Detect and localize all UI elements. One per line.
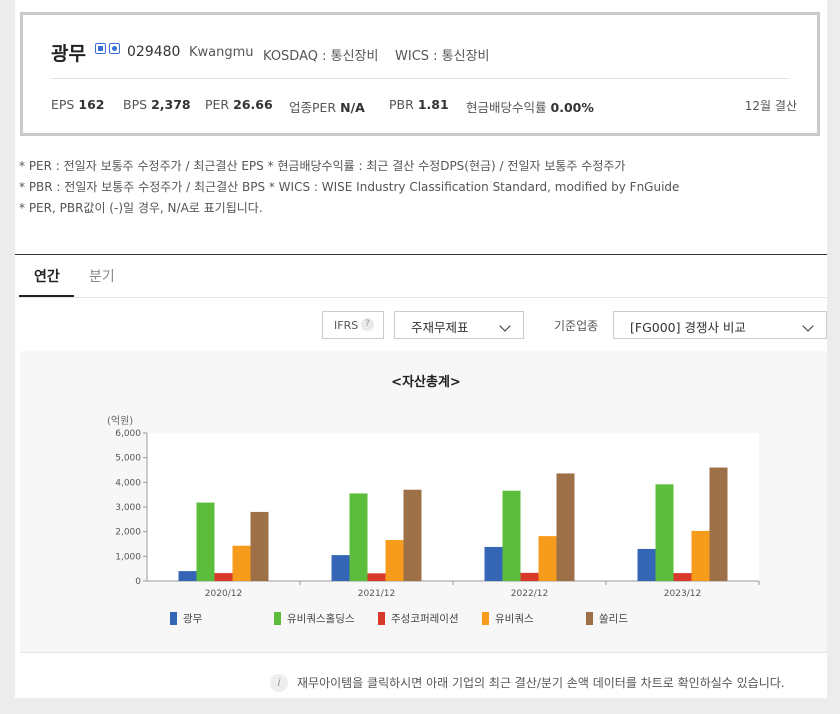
bar-chart: <자산총계> (억원) 0 1,000 2,000 3,000 4,000 5,000 6,… <box>107 374 760 625</box>
tab-top-line <box>15 254 827 255</box>
bar-쏠리드-2020/12[interactable] <box>250 511 269 581</box>
chevron-down-icon <box>802 320 814 332</box>
ifrs-label: IFRS <box>334 319 359 332</box>
legend-swatch <box>170 612 177 625</box>
bar-쏠리드-2022/12[interactable] <box>556 473 575 581</box>
footnote: * PBR : 전일자 보통주 수정주가 / 최근결산 BPS * WICS :… <box>19 180 680 194</box>
footnote: * PER : 전일자 보통주 수정주가 / 최근결산 EPS * 현금배당수익… <box>19 159 626 173</box>
chart-unit: (억원) <box>107 415 133 427</box>
bar-유비쿼스홀딩스-2021/12[interactable] <box>349 493 368 581</box>
legend-label[interactable]: 주성코퍼레이션 <box>391 613 459 625</box>
legend-label[interactable]: 쏠리드 <box>599 613 628 625</box>
legend-label[interactable]: 유비쿼스 <box>495 613 534 625</box>
bar-주성코퍼레이션-2021/12[interactable] <box>367 573 386 581</box>
company-name: 광무 <box>51 43 86 65</box>
legend-label[interactable]: 유비쿼스홀딩스 <box>287 612 355 625</box>
x-tick-label: 2022/12 <box>511 589 548 599</box>
bar-주성코퍼레이션-2023/12[interactable] <box>673 573 692 581</box>
metric-per: PER 26.66 <box>205 97 273 112</box>
ifrs-label-box: IFRS ? <box>322 311 384 339</box>
help-icon[interactable]: ? <box>361 318 374 331</box>
legend-label[interactable]: 광무 <box>183 613 203 625</box>
bar-쏠리드-2021/12[interactable] <box>403 489 422 581</box>
chart-divider <box>20 652 827 653</box>
x-tick-label: 2021/12 <box>358 589 395 599</box>
metric-dividend-yield: 현금배당수익률 0.00% <box>466 100 594 115</box>
bar-유비쿼스-2020/12[interactable] <box>232 545 251 581</box>
bar-유비쿼스-2022/12[interactable] <box>538 536 557 581</box>
bar-광무-2022/12[interactable] <box>484 546 503 581</box>
bar-광무-2021/12[interactable] <box>331 555 350 581</box>
footnotes: * PER : 전일자 보통주 수정주가 / 최근결산 EPS * 현금배당수익… <box>19 156 679 219</box>
chart-area: <자산총계> (억원) 0 1,000 2,000 3,000 4,000 5,000 6,… <box>20 351 827 652</box>
base-industry-label: 기준업종 <box>554 319 599 333</box>
peer-select[interactable]: [FG000] 경쟁사 비교 <box>613 311 827 339</box>
home-icon[interactable] <box>95 43 106 54</box>
y-tick-label: 2,000 <box>115 528 141 538</box>
tab-annual[interactable]: 연간 <box>34 266 60 286</box>
statement-select[interactable]: 주재무제표 <box>394 311 524 339</box>
legend-swatch <box>482 612 489 625</box>
y-tick-label: 0 <box>135 577 141 587</box>
market-sector: KOSDAQ : 통신장비 <box>263 49 379 64</box>
phone-icon[interactable] <box>109 43 120 54</box>
legend-swatch <box>378 612 385 625</box>
bar-주성코퍼레이션-2020/12[interactable] <box>214 573 233 581</box>
info-icon: i <box>270 674 288 692</box>
metric-eps: EPS 162 <box>51 97 105 112</box>
bar-광무-2023/12[interactable] <box>637 548 656 581</box>
bar-유비쿼스홀딩스-2023/12[interactable] <box>655 484 674 581</box>
tab-divider <box>15 297 827 298</box>
chevron-down-icon <box>499 320 511 332</box>
settlement-month: 12월 결산 <box>744 99 797 113</box>
stock-code: 029480 <box>127 44 181 60</box>
metric-pbr: PBR 1.81 <box>389 97 449 112</box>
metric-bps: BPS 2,378 <box>123 97 191 112</box>
statement-select-value: 주재무제표 <box>411 320 469 335</box>
bar-쏠리드-2023/12[interactable] <box>709 467 728 581</box>
peer-select-value: [FG000] 경쟁사 비교 <box>630 320 746 335</box>
bar-유비쿼스-2021/12[interactable] <box>385 540 404 581</box>
page: 광무 029480 Kwangmu KOSDAQ : 통신장비 WICS : 통… <box>15 0 827 698</box>
bar-유비쿼스홀딩스-2020/12[interactable] <box>196 502 215 581</box>
chart-info-text: 재무아이템을 클릭하시면 아래 기업의 최근 결산/분기 손액 데이터를 차트로… <box>297 676 785 690</box>
y-tick-label: 3,000 <box>115 503 141 513</box>
bar-광무-2020/12[interactable] <box>178 571 197 581</box>
bar-유비쿼스-2023/12[interactable] <box>691 530 710 581</box>
x-tick-label: 2023/12 <box>664 589 701 599</box>
y-tick-label: 1,000 <box>115 552 141 562</box>
company-summary-card: 광무 029480 Kwangmu KOSDAQ : 통신장비 WICS : 통… <box>20 12 820 136</box>
legend-swatch <box>274 612 281 625</box>
legend-swatch <box>586 612 593 625</box>
y-tick-label: 6,000 <box>115 429 141 439</box>
english-name: Kwangmu <box>189 45 254 60</box>
y-tick-label: 5,000 <box>115 454 141 464</box>
metric-industry-per: 업종PER N/A <box>289 100 365 115</box>
bar-유비쿼스홀딩스-2022/12[interactable] <box>502 490 521 581</box>
bar-주성코퍼레이션-2022/12[interactable] <box>520 572 539 581</box>
chart-title: <자산총계> <box>391 374 461 390</box>
x-tick-label: 2020/12 <box>205 589 242 599</box>
footnote: * PER, PBR값이 (-)일 경우, N/A로 표기됩니다. <box>19 201 263 215</box>
y-tick-label: 4,000 <box>115 478 141 488</box>
divider <box>51 78 789 79</box>
wics-sector: WICS : 통신장비 <box>395 49 490 64</box>
tab-quarterly[interactable]: 분기 <box>89 266 115 286</box>
